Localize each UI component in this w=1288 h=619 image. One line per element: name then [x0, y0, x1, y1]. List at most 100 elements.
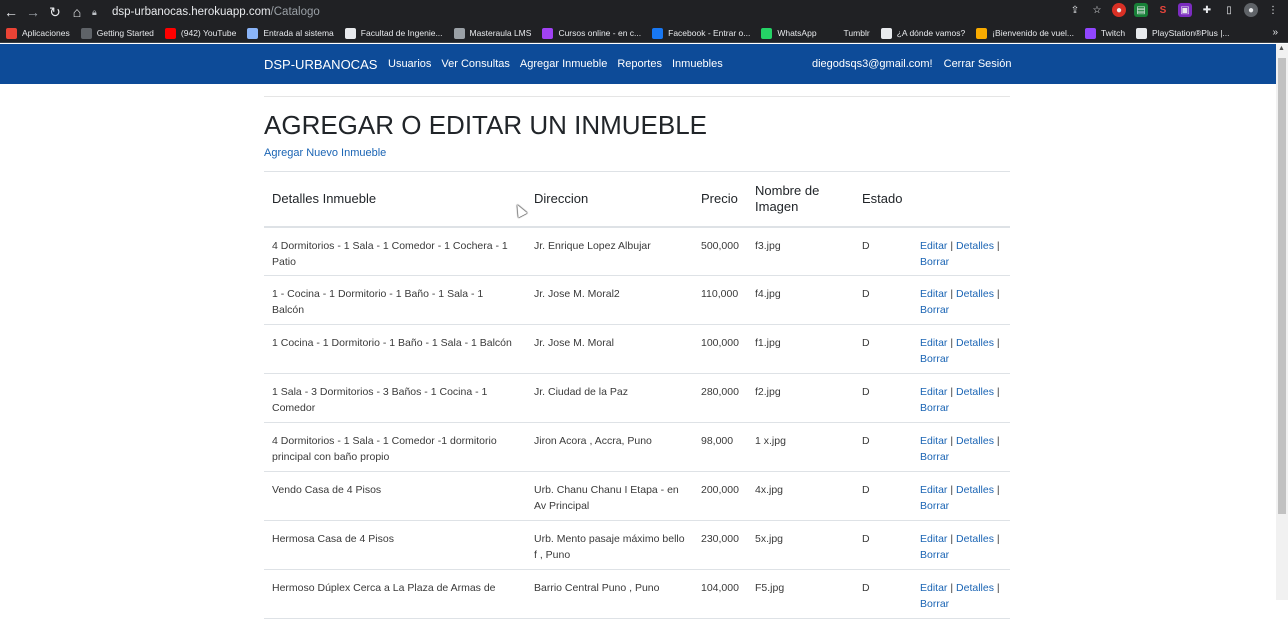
logout-link[interactable]: Cerrar Sesión — [944, 58, 1012, 70]
share-icon[interactable]: ⇪ — [1068, 3, 1082, 17]
bookmarks-overflow-icon[interactable]: » — [1272, 27, 1278, 38]
back-arrow-icon[interactable]: ← — [0, 0, 22, 24]
cell-actions: Editar | Detalles | Borrar — [912, 422, 1010, 472]
nav-inmuebles[interactable]: Inmuebles — [672, 58, 723, 70]
edit-link[interactable]: Editar — [920, 240, 947, 252]
nav-user-area: diegodsqs3@gmail.com! Cerrar Sesión — [812, 58, 1011, 70]
header-precio: Precio — [693, 171, 747, 228]
delete-link[interactable]: Borrar — [920, 304, 949, 316]
delete-link[interactable]: Borrar — [920, 402, 949, 414]
edit-link[interactable]: Editar — [920, 533, 947, 545]
brand-link[interactable]: DSP-URBANOCAS — [264, 57, 377, 72]
delete-link[interactable]: Borrar — [920, 451, 949, 463]
table-row: 4 Dormitorios - 1 Sala - 1 Comedor - 1 C… — [264, 226, 1010, 276]
details-link[interactable]: Detalles — [956, 484, 994, 496]
details-link[interactable]: Detalles — [956, 240, 994, 252]
star-icon[interactable]: ☆ — [1090, 3, 1104, 17]
delete-link[interactable]: Borrar — [920, 549, 949, 561]
table-row: Hermoso Dúplex Cerca a La Plaza de Armas… — [264, 569, 1010, 619]
home-icon[interactable]: ⌂ — [66, 0, 88, 24]
table-row: Hermosa Casa de 4 Pisos Urb. Mento pasaje… — [264, 520, 1010, 570]
cell-estado: D — [854, 373, 912, 423]
page-icon — [880, 27, 892, 39]
action-separator: | — [950, 386, 954, 398]
edit-link[interactable]: Editar — [920, 582, 947, 594]
extension-green-icon[interactable]: ▤ — [1134, 3, 1148, 17]
bookmark-label: Cursos online - en c... — [558, 28, 642, 38]
details-link[interactable]: Detalles — [956, 288, 994, 300]
cell-estado: D — [854, 520, 912, 570]
scroll-up-arrow-icon[interactable]: ▲ — [1278, 45, 1285, 52]
nav-reportes[interactable]: Reportes — [617, 58, 662, 70]
delete-link[interactable]: Borrar — [920, 500, 949, 512]
cell-precio: 100,000 — [693, 324, 747, 374]
user-email-link[interactable]: diegodsqs3@gmail.com! — [812, 58, 933, 70]
cell-imagen: f4.jpg — [747, 275, 854, 325]
details-link[interactable]: Detalles — [956, 533, 994, 545]
cell-precio: 230,000 — [693, 520, 747, 570]
action-separator: | — [996, 386, 1000, 398]
cell-detalles: 1 - Cocina - 1 Dormitorio - 1 Baño - 1 S… — [264, 275, 526, 325]
bookmark-item[interactable]: Entrada al sistema — [247, 27, 334, 39]
bookmark-item[interactable]: Cursos online - en c... — [542, 27, 642, 39]
delete-link[interactable]: Borrar — [920, 353, 949, 365]
delete-link[interactable]: Borrar — [920, 256, 949, 268]
cell-direccion: Urb. Mento pasaje máximo bello f , Puno — [526, 520, 693, 570]
action-separator: | — [996, 435, 1000, 447]
bookmark-item[interactable]: (942) YouTube — [164, 27, 237, 39]
table-row: 1 Sala - 3 Dormitorios - 3 Baños - 1 Coc… — [264, 373, 1010, 423]
nav-usuarios[interactable]: Usuarios — [388, 58, 431, 70]
edit-link[interactable]: Editar — [920, 435, 947, 447]
bookmark-label: WhatsApp — [777, 28, 817, 38]
bookmark-item[interactable]: Twitch — [1084, 27, 1125, 39]
bookmark-label: (942) YouTube — [180, 28, 237, 38]
edit-link[interactable]: Editar — [920, 337, 947, 349]
table-row: 1 - Cocina - 1 Dormitorio - 1 Baño - 1 S… — [264, 275, 1010, 325]
profile-avatar-icon[interactable]: ● — [1244, 3, 1258, 17]
menu-kebab-icon[interactable]: ⋮ — [1266, 3, 1280, 17]
action-separator: | — [950, 533, 954, 545]
nav-agregar-inmueble[interactable]: Agregar Inmueble — [520, 58, 607, 70]
divider — [264, 96, 1010, 97]
add-new-property-link[interactable]: Agregar Nuevo Inmueble — [264, 147, 386, 159]
bookmark-item[interactable]: Tumblr — [827, 27, 870, 39]
bookmark-item[interactable]: WhatsApp — [761, 27, 817, 39]
table-body: 4 Dormitorios - 1 Sala - 1 Comedor - 1 C… — [264, 226, 1010, 619]
bookmark-item[interactable]: PlayStation®Plus |... — [1136, 27, 1230, 39]
scroll-thumb[interactable] — [1278, 58, 1286, 514]
cell-imagen: 5x.jpg — [747, 520, 854, 570]
action-separator: | — [950, 435, 954, 447]
cell-estado: D — [854, 422, 912, 472]
cell-imagen: 1 x.jpg — [747, 422, 854, 472]
edit-link[interactable]: Editar — [920, 386, 947, 398]
extension-purple-icon[interactable]: ▣ — [1178, 3, 1192, 17]
details-link[interactable]: Detalles — [956, 582, 994, 594]
bookmark-item[interactable]: Masteraula LMS — [453, 27, 531, 39]
bookmark-item[interactable]: Facebook - Entrar o... — [652, 27, 750, 39]
extension-s-icon[interactable]: S — [1156, 3, 1170, 17]
bookmark-item[interactable]: ¡Bienvenido de vuel... — [976, 27, 1074, 39]
details-link[interactable]: Detalles — [956, 435, 994, 447]
sidebar-icon[interactable]: ▯ — [1222, 3, 1236, 17]
cell-estado: D — [854, 324, 912, 374]
bookmark-item[interactable]: Aplicaciones — [6, 27, 70, 39]
cell-imagen: F5.jpg — [747, 569, 854, 619]
header-estado: Estado — [854, 171, 912, 228]
bookmark-item[interactable]: Facultad de Ingenie... — [344, 27, 443, 39]
forward-arrow-icon[interactable]: → — [22, 0, 44, 24]
details-link[interactable]: Detalles — [956, 386, 994, 398]
edit-link[interactable]: Editar — [920, 288, 947, 300]
details-link[interactable]: Detalles — [956, 337, 994, 349]
bookmark-item[interactable]: ¿A dónde vamos? — [880, 27, 965, 39]
bookmark-label: PlayStation®Plus |... — [1152, 28, 1230, 38]
extension-red-icon[interactable]: ● — [1112, 3, 1126, 17]
action-separator: | — [950, 288, 954, 300]
table-row: 1 Cocina - 1 Dormitorio - 1 Baño - 1 Sal… — [264, 324, 1010, 374]
address-bar[interactable]: 🔒︎ dsp-urbanocas.herokuapp.com/Catalogo — [92, 2, 1222, 22]
edit-link[interactable]: Editar — [920, 484, 947, 496]
puzzle-icon[interactable]: ✚ — [1200, 3, 1214, 17]
bookmark-item[interactable]: Getting Started — [80, 27, 154, 39]
nav-ver-consultas[interactable]: Ver Consultas — [441, 58, 509, 70]
reload-icon[interactable]: ↻ — [44, 0, 66, 24]
page-scrollbar[interactable]: ▲ — [1276, 44, 1288, 600]
